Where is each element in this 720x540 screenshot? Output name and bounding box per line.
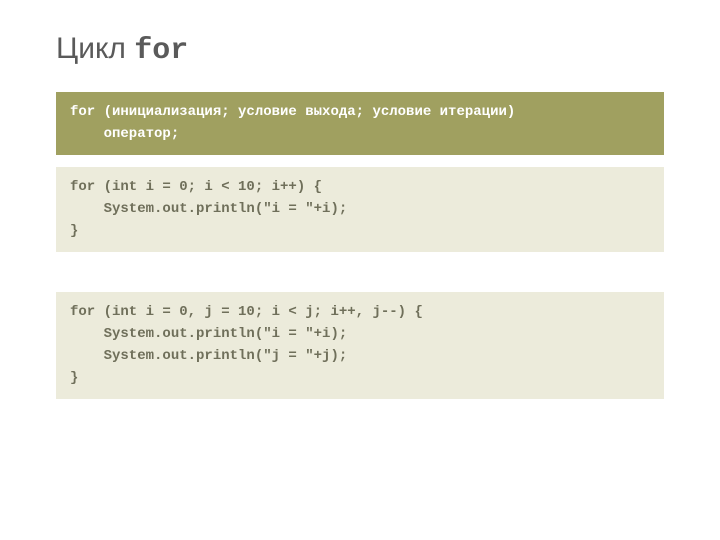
code-example-1: for (int i = 0; i < 10; i++) { System.ou… [56,167,664,252]
title-word: Цикл [56,32,134,65]
spacer [56,264,664,292]
slide-title: Цикл for [56,32,664,68]
code-syntax-box: for (инициализация; условие выхода; усло… [56,92,664,155]
slide: Цикл for for (инициализация; условие вых… [0,0,720,540]
title-keyword: for [134,34,188,68]
code-example-2: for (int i = 0, j = 10; i < j; i++, j--)… [56,292,664,399]
